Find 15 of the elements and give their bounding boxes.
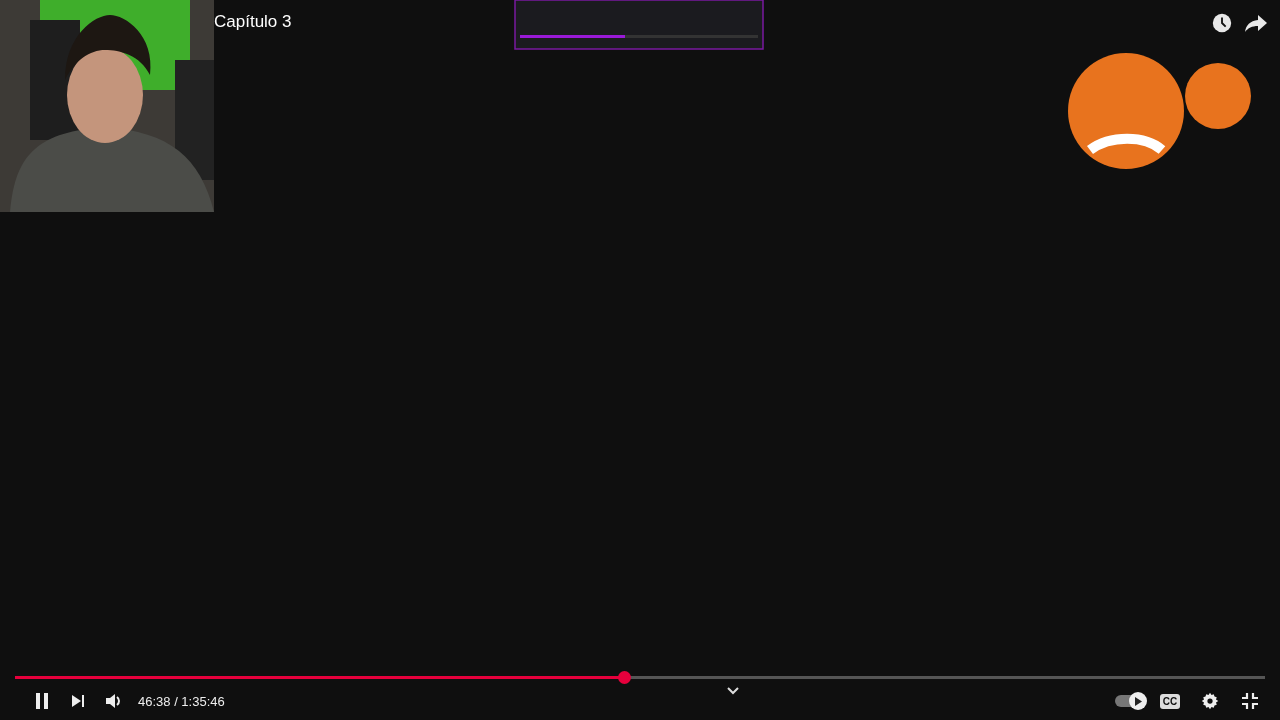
captions-button[interactable]: CC	[1152, 686, 1188, 716]
scrubber-handle[interactable]	[617, 670, 631, 684]
time-display: 46:38 / 1:35:46	[138, 693, 225, 709]
play-icon	[1134, 696, 1142, 706]
volume-icon	[106, 694, 120, 708]
watch-later-button[interactable]	[1210, 12, 1234, 34]
share-button[interactable]	[1244, 12, 1268, 34]
video-title: Capítulo 3	[214, 12, 293, 32]
share-icon	[1245, 15, 1267, 32]
chevron-icon	[727, 687, 740, 695]
pause-icon	[36, 693, 48, 709]
exit-fullscreen-icon	[1241, 692, 1259, 710]
next-icon	[72, 695, 84, 707]
clock-icon	[1212, 13, 1232, 33]
settings-icon	[1201, 692, 1219, 710]
